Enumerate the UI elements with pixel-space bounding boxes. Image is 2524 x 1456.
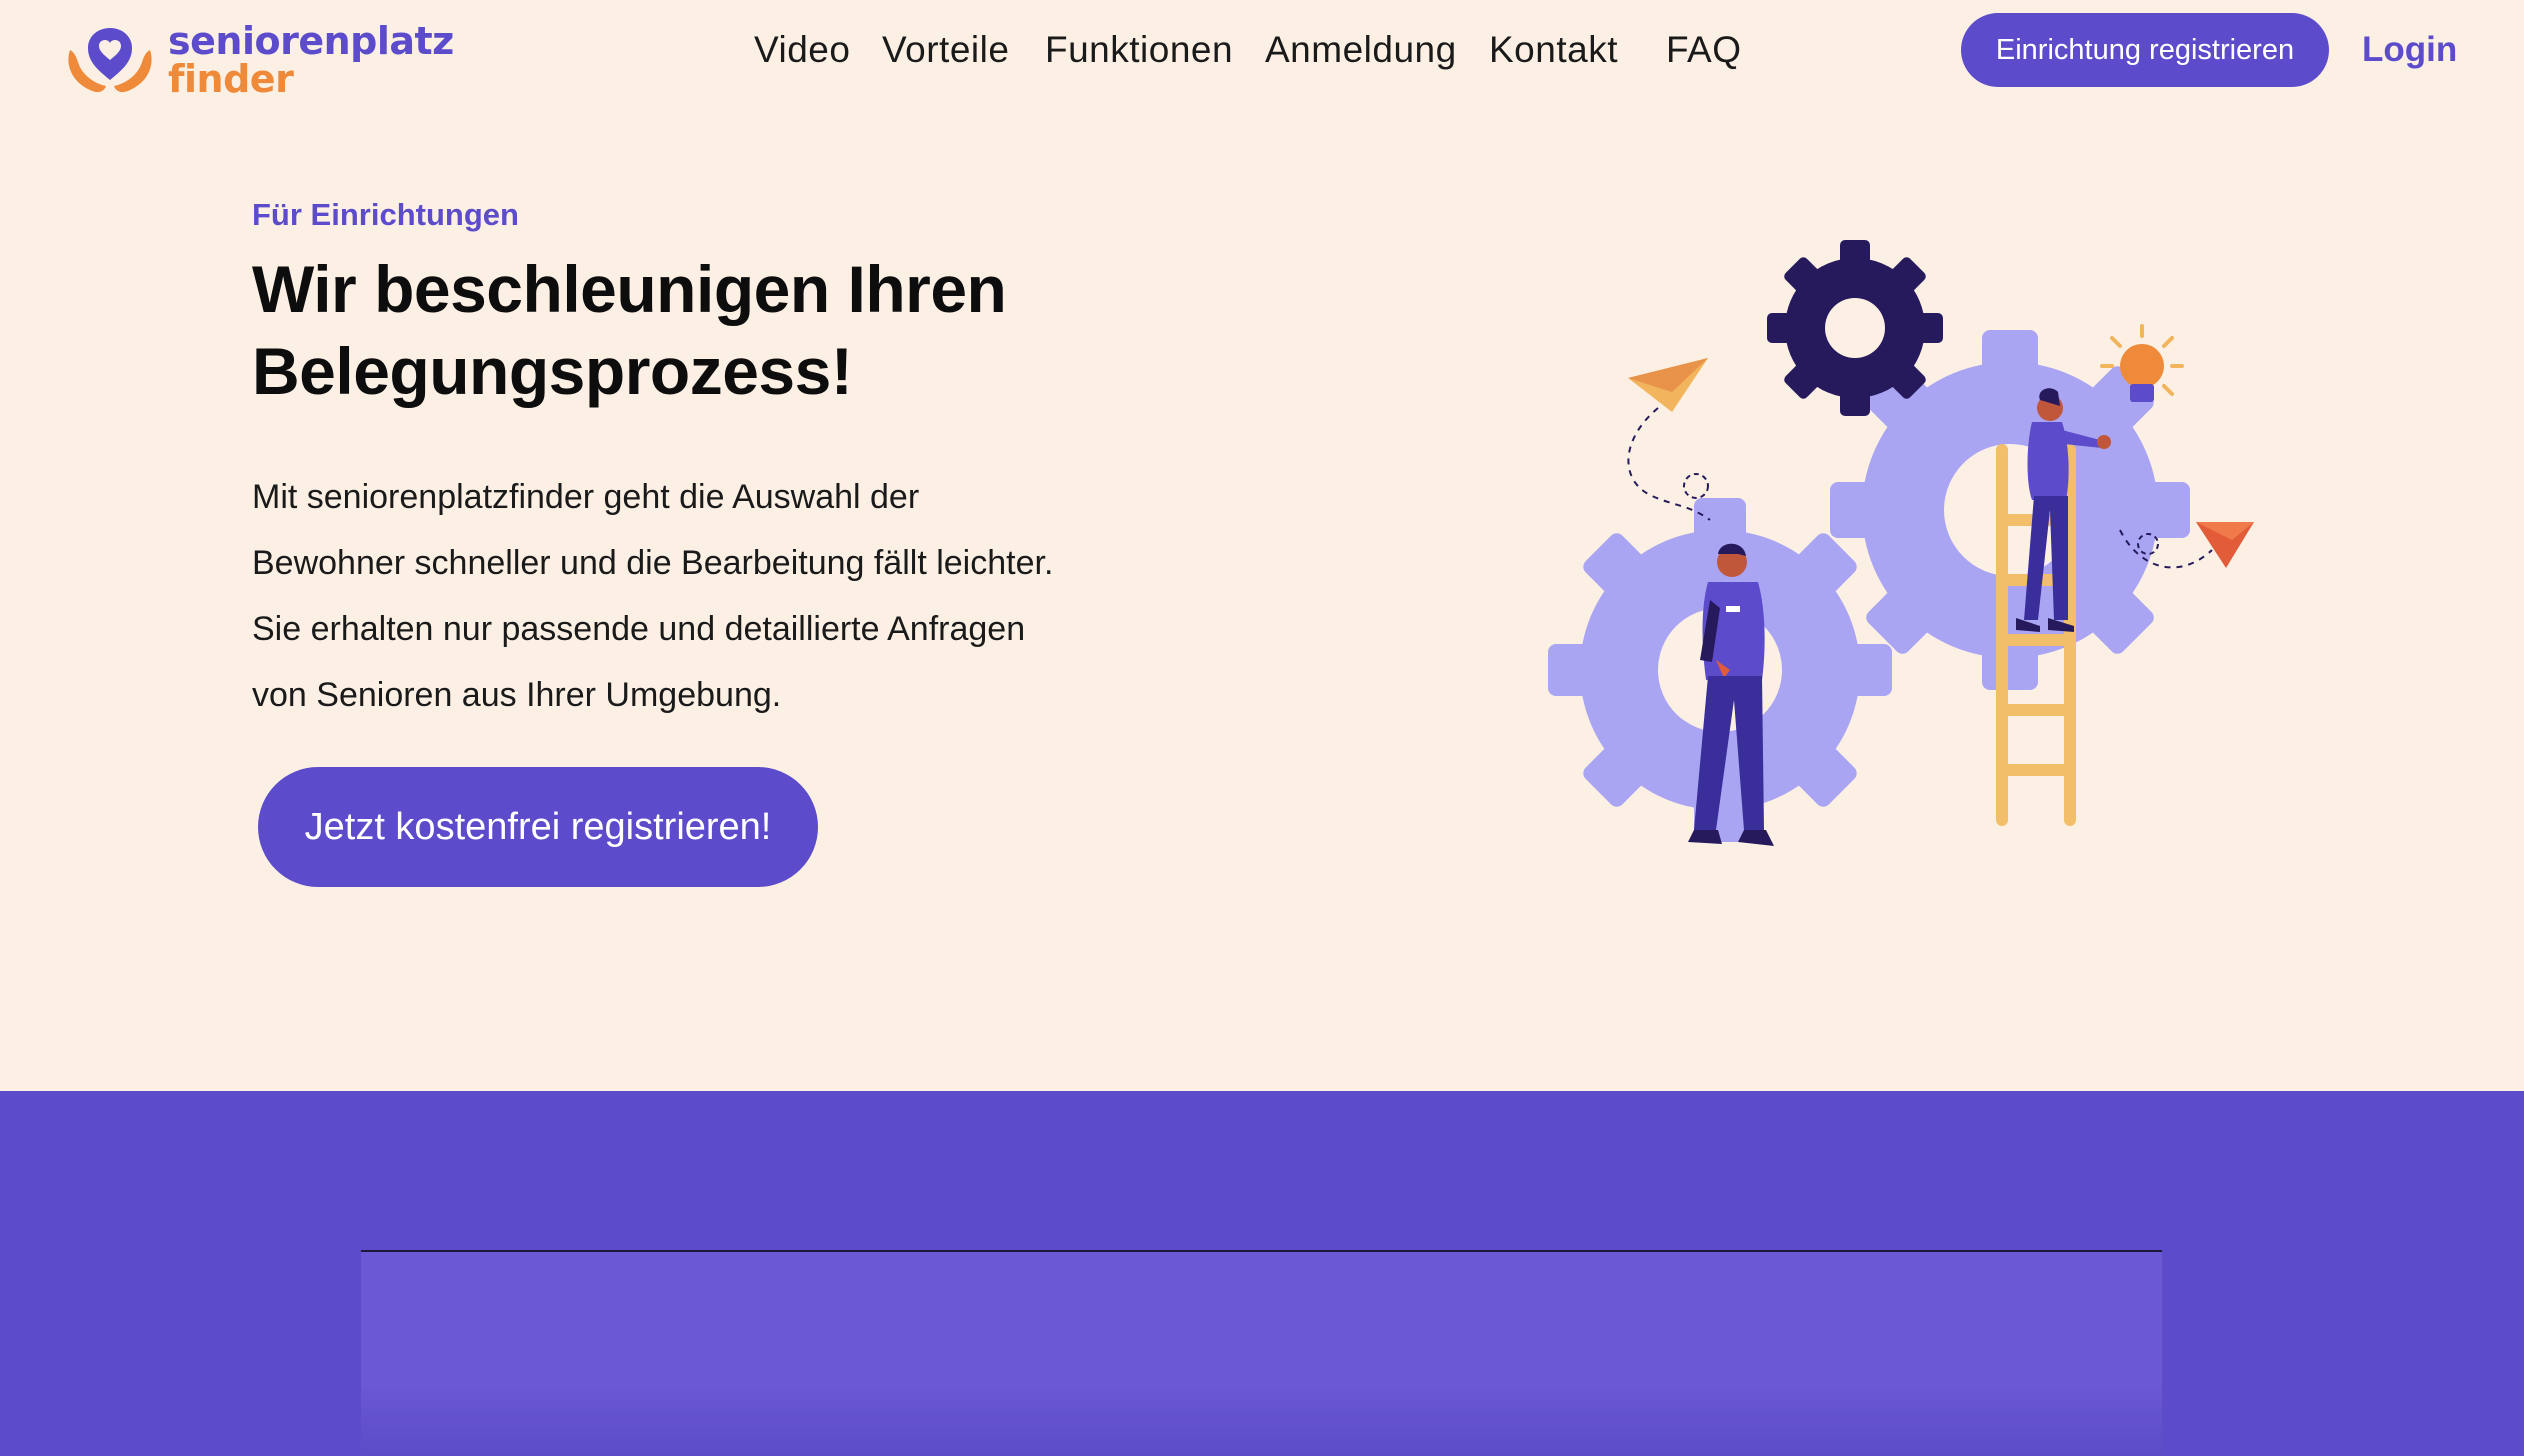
paper-plane-icon bbox=[1627, 358, 1711, 521]
nav-item-video[interactable]: Video bbox=[754, 22, 850, 78]
register-facility-button[interactable]: Einrichtung registrieren bbox=[1961, 13, 2329, 87]
hero-eyebrow: Für Einrichtungen bbox=[252, 197, 519, 232]
site-header: seniorenplatz finder Video Vorteile Funk… bbox=[0, 0, 2524, 104]
heart-hands-icon bbox=[68, 28, 152, 93]
video-player[interactable] bbox=[361, 1250, 2162, 1456]
nav-item-anmeldung[interactable]: Anmeldung bbox=[1265, 22, 1457, 78]
logo-text: seniorenplatz finder bbox=[168, 22, 454, 98]
hero-illustration bbox=[1540, 230, 2280, 870]
hero-description-line: Sie erhalten nur passende und detaillier… bbox=[252, 610, 1026, 648]
hero-headline: Wir beschleunigen Ihren Belegungsprozess… bbox=[252, 248, 1252, 412]
logo-line1: seniorenplatz bbox=[168, 19, 454, 63]
hero-description-line: von Senioren aus Ihrer Umgebung. bbox=[252, 676, 782, 714]
hero-headline-line1: Wir beschleunigen Ihren bbox=[252, 252, 1007, 326]
nav-item-faq[interactable]: FAQ bbox=[1666, 22, 1742, 78]
hero-description: Mit seniorenplatzfinder geht die Auswahl… bbox=[252, 464, 1192, 728]
hero-description-line: Bewohner schneller und die Bearbeitung f… bbox=[252, 544, 1054, 582]
logo-line2: finder bbox=[168, 57, 294, 101]
hero-headline-line2: Belegungsprozess! bbox=[252, 334, 853, 408]
nav-item-vorteile[interactable]: Vorteile bbox=[882, 22, 1009, 78]
nav-item-kontakt[interactable]: Kontakt bbox=[1489, 22, 1618, 78]
gear-icon bbox=[1767, 240, 1943, 416]
login-link[interactable]: Login bbox=[2362, 22, 2457, 78]
nav-item-funktionen[interactable]: Funktionen bbox=[1045, 22, 1233, 78]
logo[interactable]: seniorenplatz finder bbox=[60, 20, 454, 100]
register-free-button[interactable]: Jetzt kostenfrei registrieren! bbox=[258, 767, 818, 887]
gears-team-illustration bbox=[1548, 240, 2254, 846]
hero-description-line: Mit seniorenplatzfinder geht die Auswahl… bbox=[252, 478, 920, 516]
hero-section: Für Einrichtungen Wir beschleunigen Ihre… bbox=[252, 190, 1252, 728]
